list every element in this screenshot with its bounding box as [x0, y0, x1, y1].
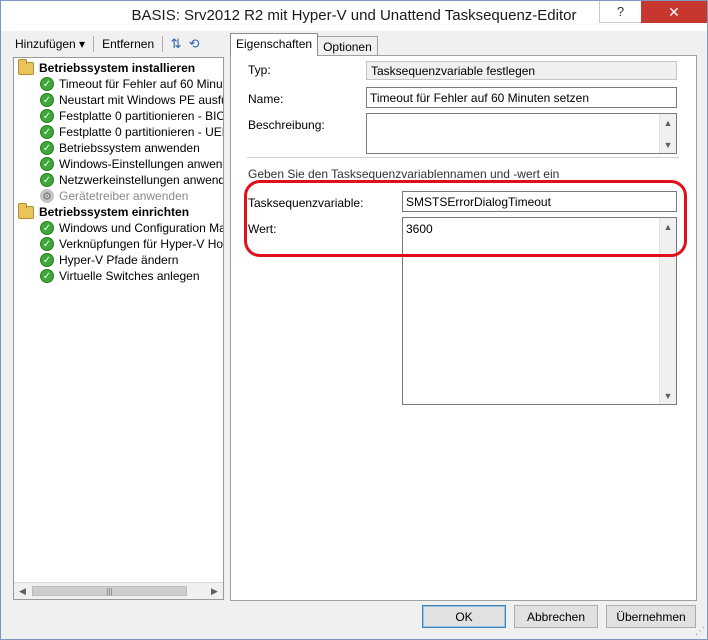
tree-item[interactable]: ✓ Netzwerkeinstellungen anwenden — [40, 172, 224, 188]
tree-item[interactable]: ✓ Windows-Einstellungen anwenden — [40, 156, 223, 172]
tab-strip: Eigenschaften Optionen — [230, 33, 378, 56]
check-icon: ✓ — [40, 93, 54, 107]
scroll-thumb[interactable]: ||| — [32, 586, 187, 596]
tree-item[interactable]: ✓ Neustart mit Windows PE ausführen — [40, 92, 223, 108]
resize-grip-icon[interactable]: ⋰ — [695, 626, 705, 637]
tree-group[interactable]: Betriebssystem einrichten — [18, 202, 190, 220]
scroll-up-arrow-icon[interactable]: ▲ — [660, 218, 676, 235]
value-label: Wert: — [248, 222, 277, 236]
toolbar-separator — [93, 36, 95, 52]
tree-item[interactable]: ✓ Festplatte 0 partitionieren - BIOS — [40, 108, 224, 124]
folder-icon — [18, 202, 34, 219]
scroll-right-arrow-icon[interactable]: ▶ — [206, 583, 223, 599]
variable-label: Tasksequenzvariable: — [248, 196, 364, 210]
tree-item-label: Hyper-V Pfade ändern — [59, 253, 179, 267]
tree-item[interactable]: ✓ Festplatte 0 partitionieren - UEFI — [40, 124, 224, 140]
toolbar-separator — [162, 36, 164, 52]
tree-item-label: Gerätetreiber anwenden — [59, 189, 189, 203]
scroll-grip-icon: ||| — [106, 586, 113, 596]
task-sequence-editor-window: BASIS: Srv2012 R2 mit Hyper-V und Unatte… — [0, 0, 708, 640]
tree-item-label: Windows-Einstellungen anwenden — [59, 157, 223, 171]
help-button[interactable]: ? — [599, 1, 641, 23]
tree-item-label: Festplatte 0 partitionieren - UEFI — [59, 125, 224, 139]
folder-icon — [18, 58, 34, 75]
tree-item[interactable]: ✓ Timeout für Fehler auf 60 Minuten — [40, 76, 224, 92]
name-label: Name: — [248, 92, 284, 106]
tree-item[interactable]: ✓ Betriebssystem anwenden — [40, 140, 200, 156]
tree-horizontal-scrollbar[interactable]: ◀ ||| ▶ — [14, 582, 223, 599]
tab-properties[interactable]: Eigenschaften — [230, 33, 319, 56]
title-bar: BASIS: Srv2012 R2 mit Hyper-V und Unatte… — [1, 1, 707, 31]
tree-group-label: Betriebssystem einrichten — [39, 205, 190, 219]
ok-button[interactable]: OK — [422, 605, 506, 628]
task-sequence-tree[interactable]: Betriebssystem installieren ✓ Timeout fü… — [13, 57, 224, 600]
cancel-button[interactable]: Abbrechen — [514, 605, 598, 628]
value-scrollbar[interactable]: ▲ ▼ — [659, 218, 676, 404]
check-icon: ✓ — [40, 141, 54, 155]
disabled-step-icon: ⚙ — [40, 189, 54, 203]
value-text: 3600 — [406, 222, 433, 236]
help-icon: ? — [616, 4, 625, 19]
check-icon: ✓ — [40, 173, 54, 187]
tree-item-label: Betriebssystem anwenden — [59, 141, 200, 155]
check-icon: ✓ — [40, 109, 54, 123]
check-icon: ✓ — [40, 77, 54, 91]
add-menu-button[interactable]: Hinzufügen ▾ — [11, 37, 89, 51]
variable-input[interactable]: SMSTSErrorDialogTimeout — [402, 191, 677, 212]
scroll-left-arrow-icon[interactable]: ◀ — [14, 583, 31, 599]
tree-group-label: Betriebssystem installieren — [39, 61, 196, 75]
name-input[interactable]: Timeout für Fehler auf 60 Minuten setzen — [366, 87, 677, 108]
apply-button[interactable]: Übernehmen — [606, 605, 696, 628]
tree-group[interactable]: Betriebssystem installieren — [18, 58, 196, 76]
properties-panel: Typ: Tasksequenzvariable festlegen Name:… — [230, 55, 697, 601]
group-divider — [247, 157, 679, 158]
check-icon: ✓ — [40, 269, 54, 283]
type-value: Tasksequenzvariable festlegen — [366, 61, 677, 80]
group-caption: Geben Sie den Tasksequenzvariablennamen … — [248, 167, 560, 181]
tab-options[interactable]: Optionen — [317, 36, 378, 55]
scroll-up-arrow-icon[interactable]: ▲ — [660, 114, 676, 131]
remove-button[interactable]: Entfernen — [98, 37, 158, 51]
description-scrollbar[interactable]: ▲ ▼ — [659, 114, 676, 153]
type-label: Typ: — [248, 63, 271, 77]
tree-item-label: Timeout für Fehler auf 60 Minuten — [59, 77, 224, 91]
tree-item-label: Netzwerkeinstellungen anwenden — [59, 173, 224, 187]
description-label: Beschreibung: — [248, 118, 325, 132]
toolbar: Hinzufügen ▾ Entfernen ⇅ ⟲ — [11, 32, 223, 56]
scroll-down-arrow-icon[interactable]: ▼ — [660, 387, 676, 404]
tree-item-label: Verknüpfungen für Hyper-V Host an — [59, 237, 224, 251]
tree-item-label: Festplatte 0 partitionieren - BIOS — [59, 109, 224, 123]
tree-item[interactable]: ✓ Hyper-V Pfade ändern — [40, 252, 178, 268]
tree-item[interactable]: ✓ Windows und Configuration Manager — [40, 220, 223, 236]
tree-item[interactable]: ✓ Verknüpfungen für Hyper-V Host an — [40, 236, 224, 252]
scroll-down-arrow-icon[interactable]: ▼ — [660, 136, 676, 153]
tree-item-label: Neustart mit Windows PE ausführen — [59, 93, 223, 107]
check-icon: ✓ — [40, 253, 54, 267]
check-icon: ✓ — [40, 221, 54, 235]
check-icon: ✓ — [40, 157, 54, 171]
refresh-icon[interactable]: ⟲ — [185, 35, 203, 53]
tree-item[interactable]: ✓ Virtuelle Switches anlegen — [40, 268, 200, 284]
close-button[interactable]: ✕ — [641, 1, 707, 23]
close-icon: ✕ — [668, 3, 680, 20]
check-icon: ✓ — [40, 125, 54, 139]
tree-item-disabled[interactable]: ⚙ Gerätetreiber anwenden — [40, 188, 188, 204]
tree-item-label: Virtuelle Switches anlegen — [59, 269, 200, 283]
value-input[interactable]: 3600 ▲ ▼ — [402, 217, 677, 405]
description-input[interactable]: ▲ ▼ — [366, 113, 677, 154]
check-icon: ✓ — [40, 237, 54, 251]
tree-item-label: Windows und Configuration Manager — [59, 221, 223, 235]
move-up-down-icon[interactable]: ⇅ — [167, 35, 185, 53]
